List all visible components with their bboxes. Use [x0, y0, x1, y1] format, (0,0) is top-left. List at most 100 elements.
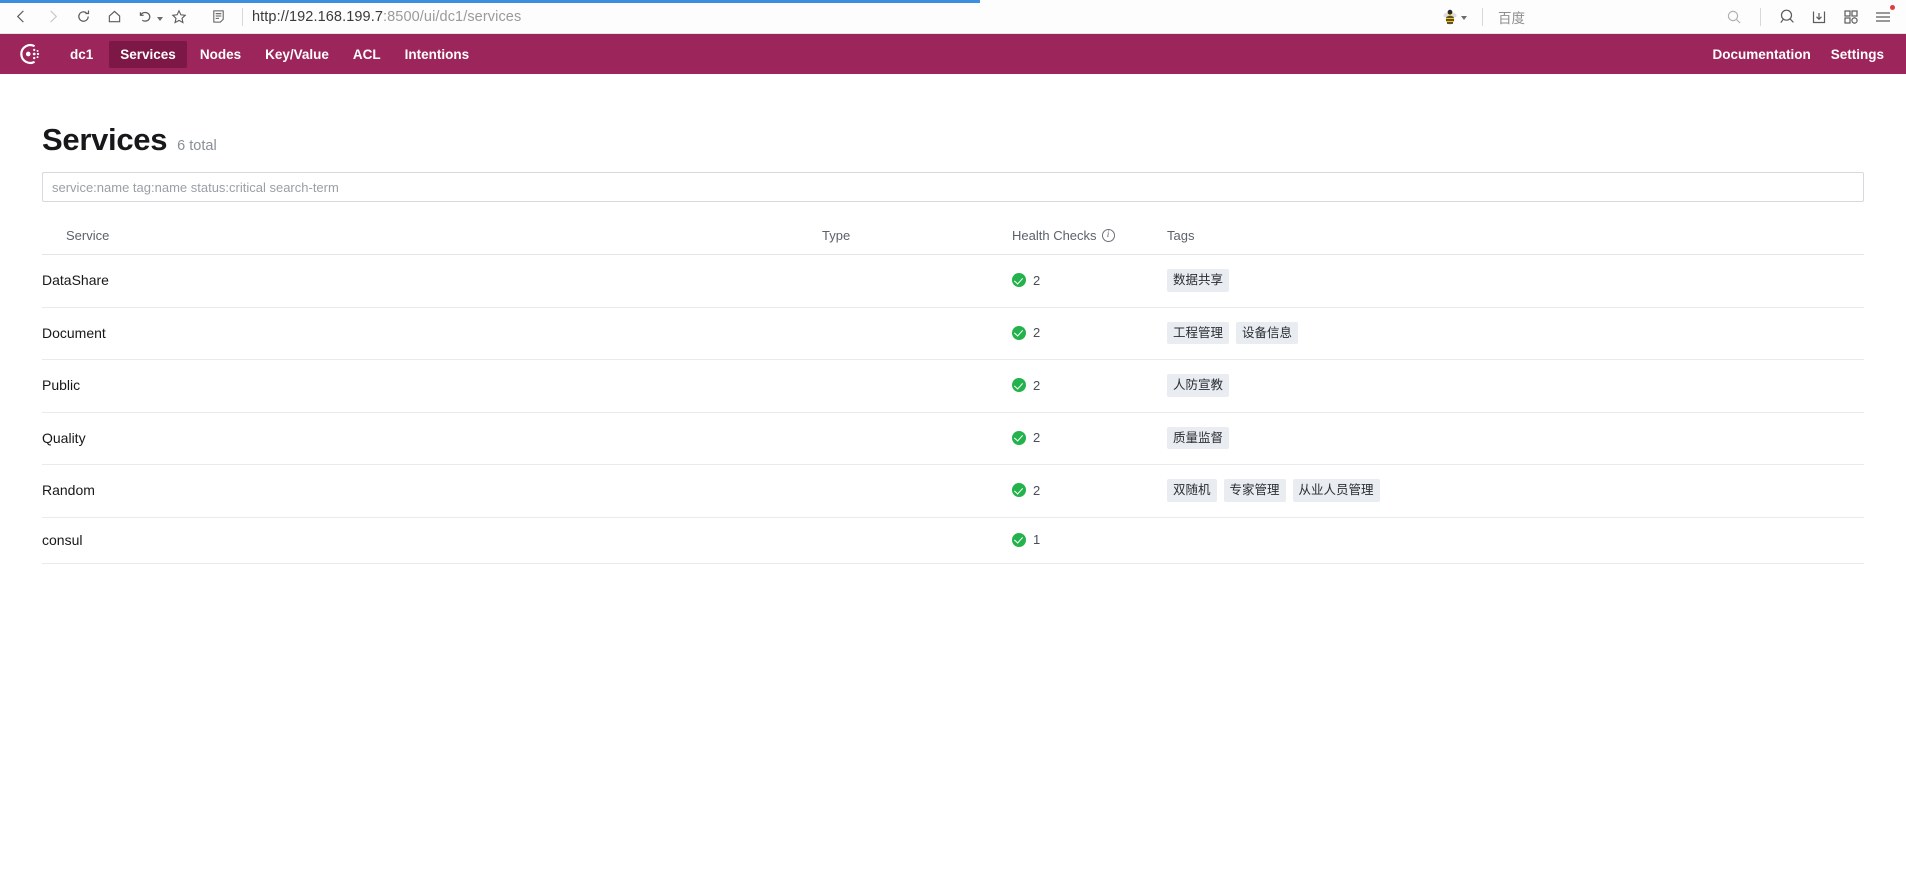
page-title: Services	[42, 122, 168, 157]
health-passing-check-icon	[1012, 532, 1026, 547]
health-checks-cell: 2	[1012, 254, 1167, 308]
nav-item-documentation[interactable]: Documentation	[1708, 41, 1814, 68]
service-tag[interactable]: 数据共享	[1167, 269, 1230, 292]
table-row[interactable]: Quality 2 质量监督	[42, 412, 1864, 465]
reader-view-icon[interactable]	[203, 3, 233, 31]
hamburger-menu-icon[interactable]	[1868, 3, 1898, 31]
service-tag[interactable]: 双随机	[1167, 479, 1217, 502]
table-row[interactable]: Public 2 人防宣教	[42, 359, 1864, 413]
column-header-type[interactable]: Type	[822, 224, 1012, 255]
nav-item-settings[interactable]: Settings	[1827, 41, 1888, 68]
health-checks-cell: 2	[1012, 464, 1167, 518]
download-icon[interactable]	[1804, 3, 1834, 31]
service-tag[interactable]: 设备信息	[1236, 321, 1299, 344]
page-header: Services 6 total	[42, 74, 1864, 172]
health-passing-check-icon	[1012, 430, 1026, 445]
reload-icon[interactable]	[68, 3, 98, 31]
services-table: Service Type Health Checks i Tags DataSh…	[42, 224, 1864, 564]
service-tag[interactable]: 质量监督	[1167, 426, 1230, 449]
address-bar[interactable]: http://192.168.199.7:8500/ui/dc1/service…	[252, 0, 1436, 34]
health-check-count: 2	[1033, 325, 1041, 341]
chevron-down-icon[interactable]	[157, 16, 163, 21]
service-type-cell	[822, 359, 1012, 413]
menu-notification-dot	[1890, 4, 1895, 10]
baidu-bee-icon	[1443, 9, 1457, 24]
health-passing-check-icon	[1012, 378, 1026, 393]
home-icon[interactable]	[99, 3, 129, 31]
url-path: :8500/ui/dc1/services	[383, 8, 522, 25]
services-page: Services 6 total Service Type Health Che…	[0, 74, 1906, 564]
health-checks-cell: 2	[1012, 412, 1167, 465]
star-bookmark-icon[interactable]	[164, 3, 194, 31]
health-check-count: 2	[1033, 482, 1041, 498]
service-name-cell[interactable]: DataShare	[42, 254, 822, 308]
service-name-cell[interactable]: consul	[42, 517, 822, 564]
column-header-health-checks-label: Health Checks	[1012, 228, 1097, 243]
toolbar-divider	[1760, 7, 1761, 26]
service-type-cell	[822, 412, 1012, 465]
browser-toolbar: http://192.168.199.7:8500/ui/dc1/service…	[0, 0, 1906, 34]
browser-nav-buttons	[0, 3, 233, 31]
service-tag[interactable]: 人防宣教	[1167, 374, 1230, 397]
secondary-nav: Documentation Settings	[1708, 41, 1888, 68]
consul-logo-icon[interactable]	[16, 41, 42, 67]
services-table-body: DataShare 2 数据共享 Document 2 工程管理 设备信息 Public 2 人防…	[42, 254, 1864, 564]
service-name-cell[interactable]: Random	[42, 464, 822, 518]
toolbar-divider	[1482, 7, 1483, 26]
service-type-cell	[822, 517, 1012, 564]
service-name-cell[interactable]: Document	[42, 307, 822, 360]
service-name-cell[interactable]: Quality	[42, 412, 822, 465]
health-checks-cell: 1	[1012, 517, 1167, 564]
health-checks-cell: 2	[1012, 359, 1167, 413]
health-check-count: 2	[1033, 272, 1041, 288]
services-filter-input[interactable]	[42, 172, 1864, 202]
chevron-down-icon[interactable]	[1461, 15, 1467, 20]
search-engine-label: 百度	[1498, 10, 1525, 26]
tags-cell: 人防宣教	[1167, 359, 1864, 413]
service-type-cell	[822, 254, 1012, 308]
table-header-row: Service Type Health Checks i Tags	[42, 224, 1864, 255]
search-icon[interactable]	[1719, 3, 1749, 31]
service-tag[interactable]: 从业人员管理	[1292, 479, 1380, 502]
back-arrow-icon[interactable]	[6, 3, 36, 31]
health-passing-check-icon	[1012, 483, 1026, 498]
health-check-count: 1	[1033, 532, 1041, 547]
tags-cell: 双随机 专家管理 从业人员管理	[1167, 464, 1864, 518]
nav-item-acl[interactable]: ACL	[342, 41, 392, 68]
nav-item-services[interactable]: Services	[109, 40, 187, 68]
column-header-tags[interactable]: Tags	[1167, 224, 1864, 255]
consul-navbar: dc1 Services Nodes Key/Value ACL Intenti…	[0, 34, 1906, 74]
nav-item-intentions[interactable]: Intentions	[394, 41, 481, 68]
service-tag[interactable]: 工程管理	[1167, 321, 1230, 344]
history-undo-icon[interactable]	[130, 3, 160, 31]
service-type-cell	[822, 464, 1012, 518]
column-header-service[interactable]: Service	[42, 224, 822, 255]
health-check-count: 2	[1033, 430, 1041, 446]
tags-cell: 质量监督	[1167, 412, 1864, 465]
table-row[interactable]: Document 2 工程管理 设备信息	[42, 307, 1864, 360]
table-row[interactable]: Random 2 双随机 专家管理 从业人员管理	[42, 464, 1864, 518]
services-table-header: Service Type Health Checks i Tags	[42, 224, 1864, 255]
browser-right-toolbar: 百度	[1436, 3, 1906, 31]
forward-arrow-icon[interactable]	[37, 3, 67, 31]
services-total-count: 6 total	[177, 138, 217, 154]
info-icon[interactable]: i	[1101, 229, 1115, 242]
toolbar-divider	[242, 7, 243, 26]
search-lens-icon[interactable]	[1772, 3, 1802, 31]
health-passing-check-icon	[1012, 325, 1026, 340]
primary-nav: dc1 Services Nodes Key/Value ACL Intenti…	[60, 40, 481, 68]
column-header-health-checks[interactable]: Health Checks i	[1012, 224, 1167, 255]
nav-item-nodes[interactable]: Nodes	[189, 41, 252, 68]
health-check-count: 2	[1033, 377, 1041, 393]
loading-accent-bar	[0, 0, 980, 3]
health-checks-cell: 2	[1012, 307, 1167, 360]
search-engine-selector[interactable]	[1436, 7, 1471, 27]
tags-cell	[1167, 517, 1864, 564]
apps-grid-icon[interactable]	[1836, 3, 1866, 31]
table-row[interactable]: DataShare 2 数据共享	[42, 254, 1864, 308]
nav-item-key-value[interactable]: Key/Value	[254, 41, 340, 68]
table-row[interactable]: consul 1	[42, 517, 1864, 564]
service-tag[interactable]: 专家管理	[1223, 479, 1286, 502]
service-name-cell[interactable]: Public	[42, 359, 822, 413]
datacenter-selector[interactable]: dc1	[60, 42, 103, 67]
